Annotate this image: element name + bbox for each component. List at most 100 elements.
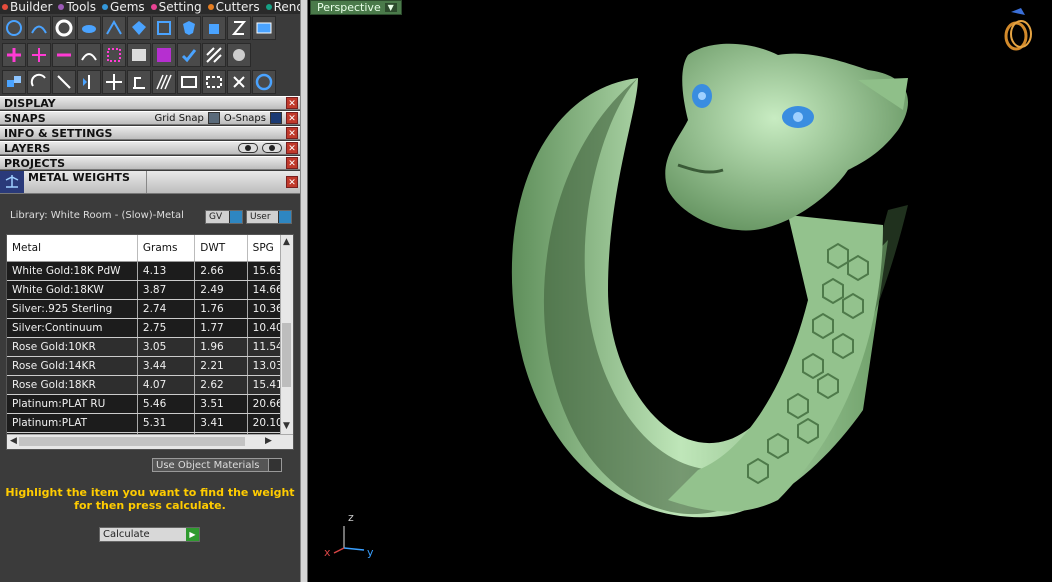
mirror-icon[interactable]: [77, 69, 101, 94]
column-header-grams[interactable]: Grams: [137, 235, 196, 262]
panel-divider[interactable]: [300, 0, 308, 582]
insert-point-icon[interactable]: [27, 42, 51, 67]
image-icon[interactable]: [127, 42, 151, 67]
axis-y-label: y: [367, 546, 374, 559]
menu-item-render[interactable]: Render: [265, 0, 300, 14]
3d-viewport[interactable]: Perspective ▼ z y x: [308, 0, 1052, 582]
menu-item-tools[interactable]: Tools: [58, 0, 96, 14]
circle-tool-icon[interactable]: [2, 15, 26, 40]
menu-item-builder[interactable]: Builder: [2, 0, 52, 14]
close-icon[interactable]: ✕: [286, 142, 298, 154]
table-row[interactable]: White Gold:18K PdW 4.13 2.66 15.63: [7, 261, 286, 281]
use-object-materials-toggle[interactable]: Use Object Materials: [152, 458, 282, 472]
scroll-up-icon[interactable]: ▲: [283, 237, 290, 247]
edit-points-icon[interactable]: [102, 15, 126, 40]
menu-item-setting[interactable]: Setting: [150, 0, 202, 14]
table-cell: White Gold:18K PdW: [7, 261, 138, 281]
move-icon[interactable]: [102, 69, 126, 94]
select-box-icon[interactable]: [102, 42, 126, 67]
panther-head-shape: [665, 43, 908, 231]
close-icon[interactable]: ✕: [286, 127, 298, 139]
layers-controls: ✕: [238, 142, 300, 154]
axis-z-label: z: [348, 511, 354, 524]
table-cell: Platinum:PLAT RU: [7, 394, 138, 414]
menu-item-gems[interactable]: Gems: [102, 0, 145, 14]
boxes-icon[interactable]: [2, 69, 26, 94]
sphere-icon[interactable]: [227, 42, 251, 67]
panel-projects[interactable]: PROJECTS ✕: [0, 156, 300, 170]
scroll-right-icon[interactable]: ▶: [265, 436, 272, 446]
close-icon[interactable]: ✕: [286, 176, 298, 188]
ring-model[interactable]: [308, 0, 1052, 582]
ring-icon[interactable]: [252, 69, 276, 94]
close-icon[interactable]: ✕: [286, 157, 298, 169]
group-icon[interactable]: [177, 69, 201, 94]
table-row[interactable]: Platinum:PLAT 5.31 3.41 20.10: [7, 413, 286, 433]
grid-snap-toggle[interactable]: [207, 112, 220, 124]
close-icon[interactable]: ✕: [286, 112, 298, 124]
panel-info[interactable]: INFO & SETTINGS ✕: [0, 126, 300, 140]
spring-tool-icon[interactable]: [227, 15, 251, 40]
menu-label: Setting: [158, 0, 202, 14]
add-point-icon[interactable]: [2, 42, 26, 67]
hint-line-1: Highlight the item you want to find the …: [5, 486, 295, 499]
menu-item-cutters[interactable]: Cutters: [207, 0, 260, 14]
gv-toggle[interactable]: GV: [205, 210, 243, 224]
column-header-dwt[interactable]: DWT: [194, 235, 248, 262]
close-icon[interactable]: ✕: [286, 97, 298, 109]
table-cell: Rose Gold:10KR: [7, 337, 138, 357]
panel-layers[interactable]: LAYERS ✕: [0, 141, 300, 155]
table-row[interactable]: Silver:.925 Sterling 2.74 1.76 10.36: [7, 299, 286, 319]
table-cell: 5.31: [137, 413, 196, 433]
align-icon[interactable]: [127, 69, 151, 94]
panel-snaps[interactable]: SNAPS Grid Snap O-Snaps ✕: [0, 111, 300, 125]
scroll-left-icon[interactable]: ◀: [10, 436, 17, 446]
ungroup-icon[interactable]: [202, 69, 226, 94]
layer-visibility-icon[interactable]: [238, 143, 258, 153]
table-row[interactable]: Platinum:PLAT RU 5.46 3.51 20.66: [7, 394, 286, 414]
snaps-controls: Grid Snap O-Snaps ✕: [155, 112, 300, 124]
table-cell: Rose Gold:18KR: [7, 375, 138, 395]
horizontal-scrollbar[interactable]: ◀ ▶: [7, 434, 293, 449]
panel-display[interactable]: DISPLAY ✕: [0, 96, 300, 110]
calculate-label: Calculate: [103, 529, 150, 540]
table-row[interactable]: Silver:Continuum 2.75 1.77 10.40: [7, 318, 286, 338]
cut-icon[interactable]: [227, 69, 251, 94]
delete-point-icon[interactable]: [52, 42, 76, 67]
curve-tool-icon[interactable]: [27, 15, 51, 40]
play-icon: ▶: [186, 528, 199, 541]
table-row[interactable]: Rose Gold:14KR 3.44 2.21 13.03: [7, 356, 286, 376]
horizontal-scroll-thumb[interactable]: [19, 437, 245, 446]
toolbar-row-2: [0, 41, 300, 68]
shield-tool-icon[interactable]: [177, 15, 201, 40]
gem-tool-icon[interactable]: [127, 15, 151, 40]
o-snaps-toggle[interactable]: [270, 112, 282, 124]
metal-weights-body: Library: White Room - (Slow)-Metal GV Us…: [0, 202, 300, 582]
bridge-curve-icon[interactable]: [77, 42, 101, 67]
frame-tool-icon[interactable]: [152, 15, 176, 40]
ring-logo-icon[interactable]: [1004, 8, 1032, 51]
eye-icon[interactable]: [262, 143, 282, 153]
user-toggle[interactable]: User: [246, 210, 292, 224]
column-header-spg[interactable]: SPG: [247, 235, 286, 262]
vertical-scroll-thumb[interactable]: [282, 323, 291, 387]
ring-profile-icon[interactable]: [52, 15, 76, 40]
table-row[interactable]: Rose Gold:18KR 4.07 2.62 15.41: [7, 375, 286, 395]
table-cell: 20.66: [247, 394, 286, 414]
pattern-icon[interactable]: [152, 42, 176, 67]
column-header-metal[interactable]: Metal: [7, 235, 138, 262]
table-cell: 10.36: [247, 299, 286, 319]
check-icon[interactable]: [177, 42, 201, 67]
shape-tool-icon[interactable]: [77, 15, 101, 40]
array-icon[interactable]: [152, 69, 176, 94]
calculate-button[interactable]: Calculate ▶: [99, 527, 200, 542]
rotate-icon[interactable]: [27, 69, 51, 94]
bucket-tool-icon[interactable]: [202, 15, 226, 40]
hatch-icon[interactable]: [202, 42, 226, 67]
table-row[interactable]: Rose Gold:10KR 3.05 1.96 11.54: [7, 337, 286, 357]
vertical-scrollbar[interactable]: ▲ ▼: [280, 235, 293, 435]
scale-icon[interactable]: [52, 69, 76, 94]
table-row[interactable]: White Gold:18KW 3.87 2.49 14.66: [7, 280, 286, 300]
scroll-down-icon[interactable]: ▼: [283, 421, 290, 431]
window-tool-icon[interactable]: [252, 15, 276, 40]
